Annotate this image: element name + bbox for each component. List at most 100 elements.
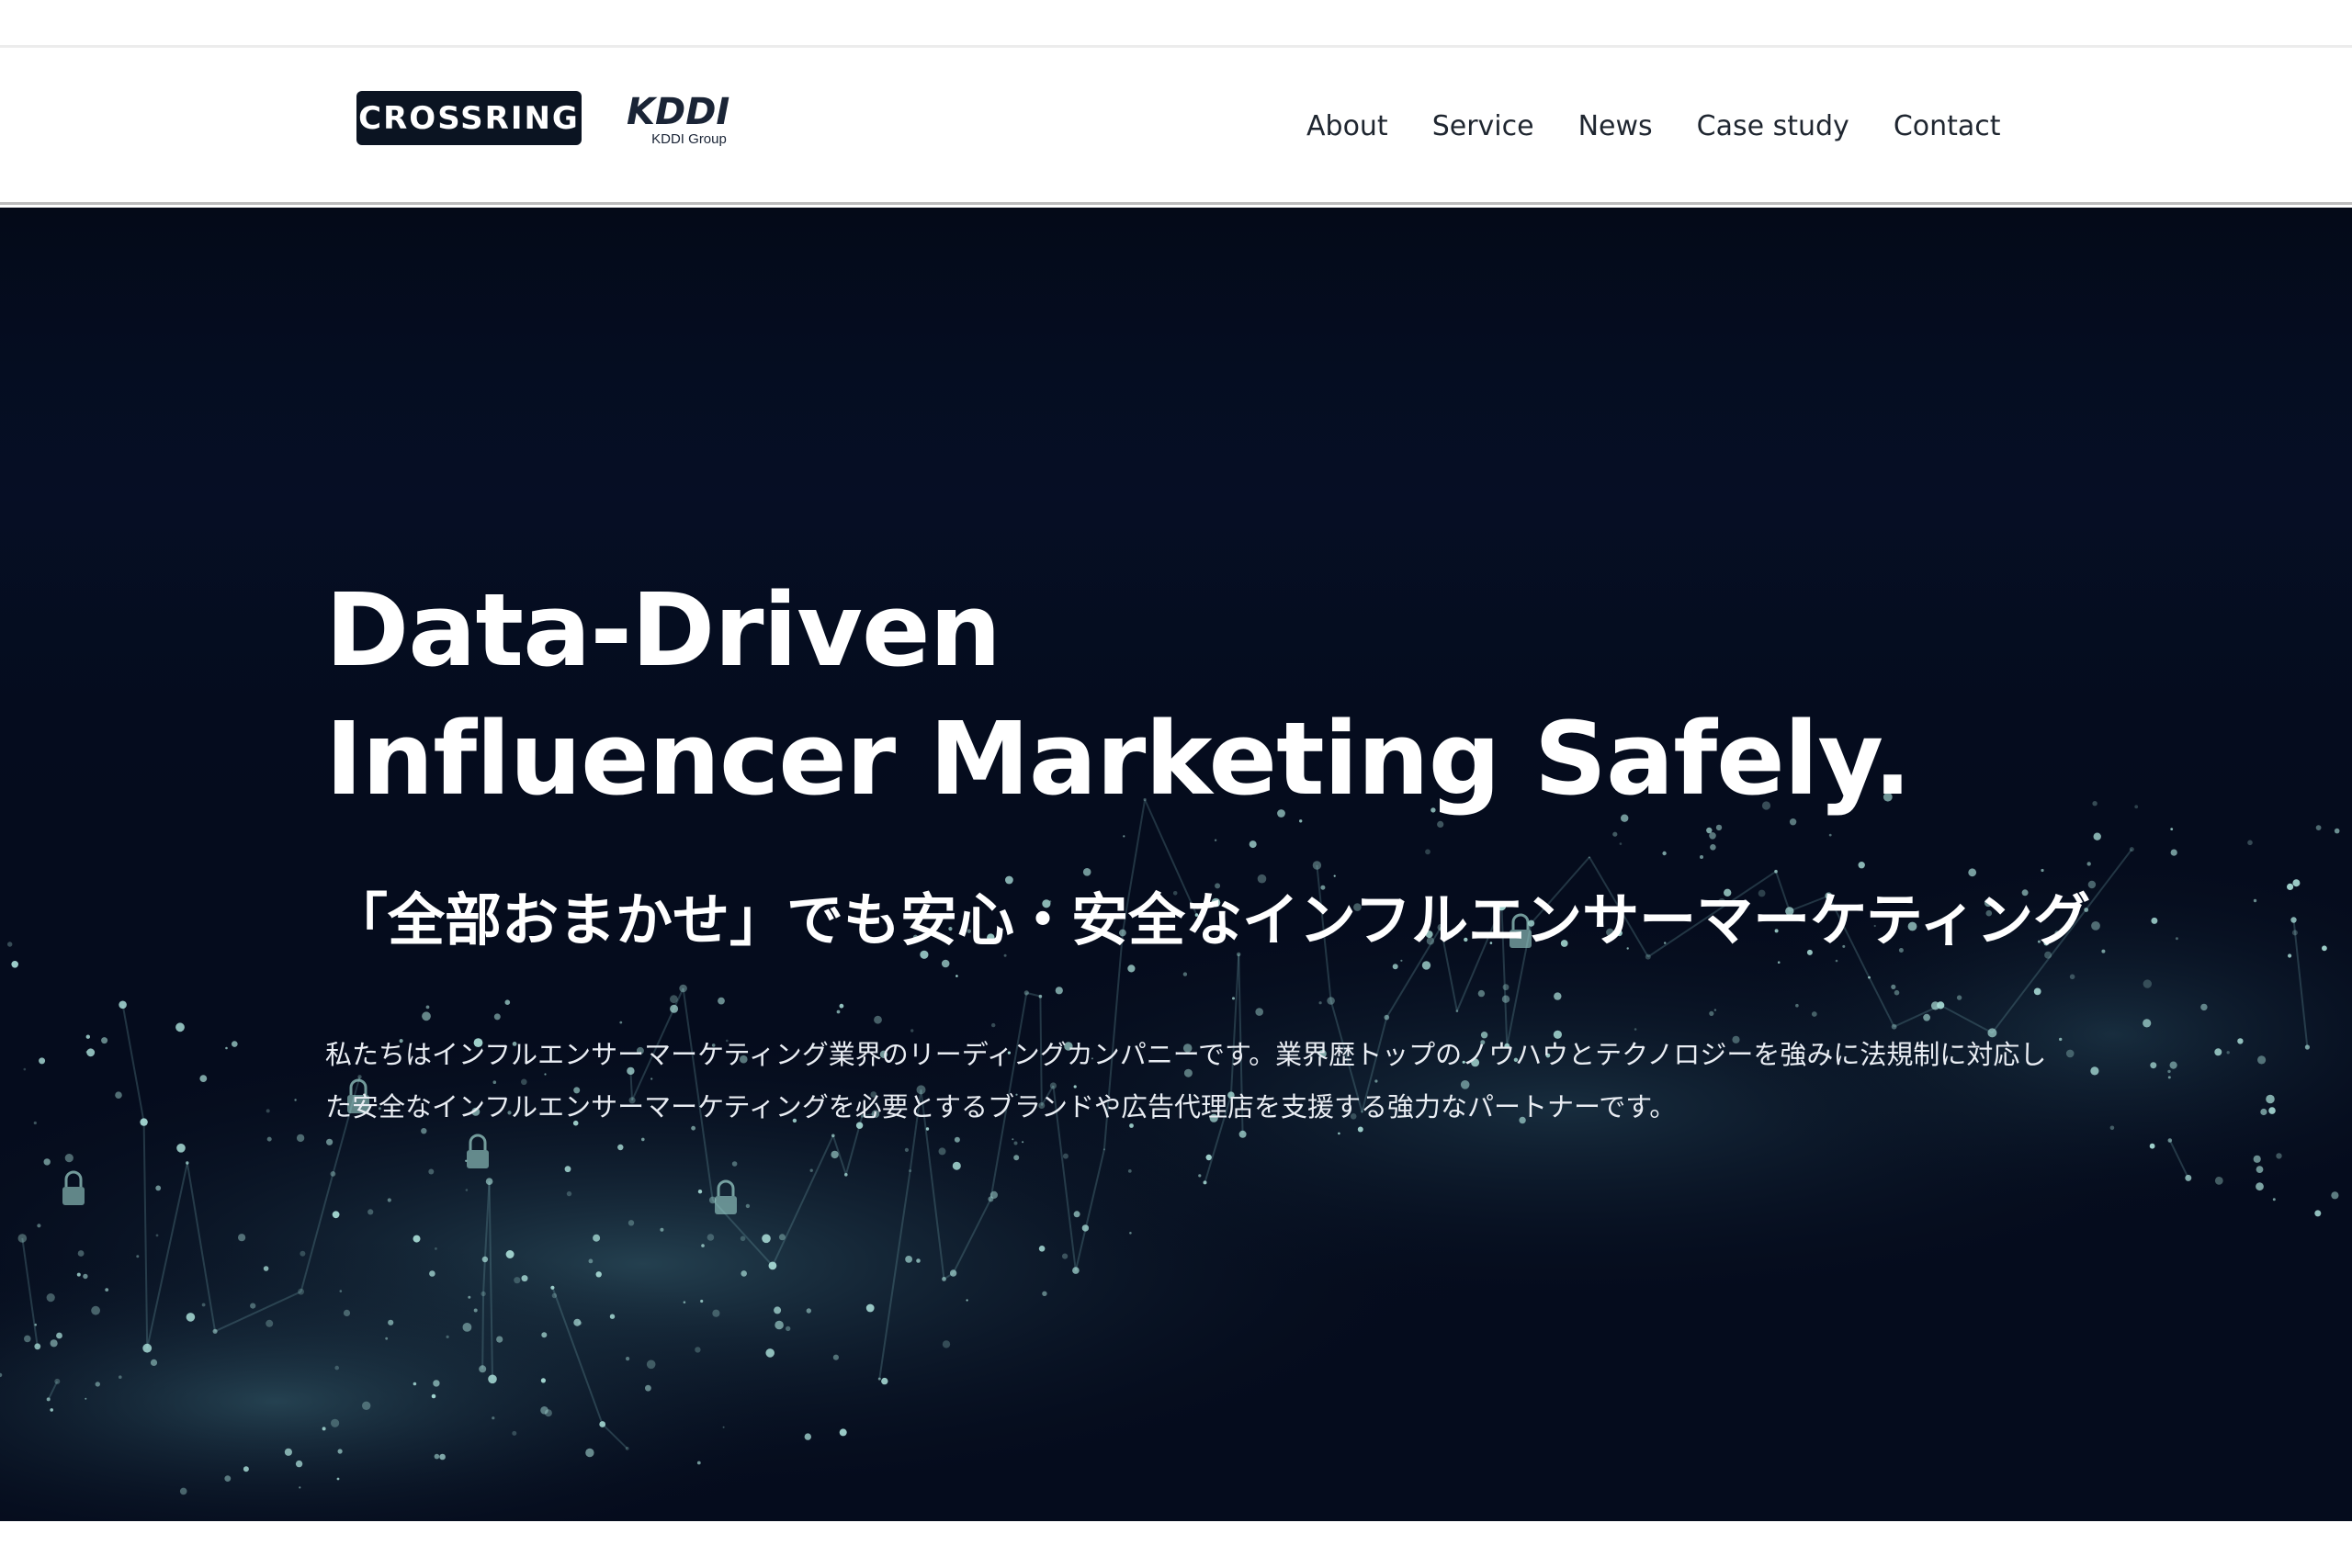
network-particle [2090,1066,2099,1076]
network-particle [337,1449,343,1454]
network-particle [77,1250,85,1257]
network-particle [696,1461,701,1465]
network-particle [832,1354,840,1360]
nav-news[interactable]: News [1578,110,1653,142]
nav-service[interactable]: Service [1432,110,1534,142]
network-particle [778,1234,786,1241]
hero-section: Data-Driven Influencer Marketing Safely.… [0,208,2352,1521]
network-particle [593,1234,601,1242]
network-particle [909,1169,912,1173]
network-particle [64,1154,74,1163]
network-particle [1777,961,1781,964]
network-particle [481,1291,486,1297]
network-particle [809,1168,813,1172]
network-particle [2253,898,2257,903]
network-particle [588,1258,594,1264]
network-particle [186,1313,196,1322]
network-particle [521,1275,528,1282]
network-particle [1774,869,1778,874]
network-particle [2290,917,2297,923]
network-particle [142,1343,153,1353]
network-particle [626,1357,630,1361]
nav-about[interactable]: About [1306,110,1388,142]
network-particle [179,1487,187,1495]
network-particle [33,1121,37,1125]
network-particle [468,1295,471,1299]
network-particle [1102,1148,1105,1151]
network-particle [76,1272,81,1277]
network-particle [952,1161,961,1170]
network-particle [2143,1019,2152,1028]
network-particle [1956,995,1962,1000]
network-particle [115,1091,122,1099]
network-particle [617,1144,624,1151]
nav-case-study[interactable]: Case study [1697,110,1849,142]
network-particle [2143,979,2152,988]
network-particle [298,1288,304,1295]
network-particle [1554,992,1562,1000]
network-particle [368,1209,374,1215]
network-particle [34,1323,37,1326]
network-particle [2304,1044,2310,1050]
network-particle [343,1309,351,1316]
kddi-wordmark: KDDI [627,91,729,130]
kddi-wordmark-icon: KDDI [627,91,729,130]
network-particle [296,1134,305,1143]
nav-contact[interactable]: Contact [1894,110,2001,142]
network-particle [718,997,725,1005]
network-particle [839,1428,847,1437]
network-particle [176,1144,186,1153]
network-particle [266,1319,274,1327]
network-particle [50,1408,53,1412]
network-particle [1421,961,1431,970]
network-particle [413,1235,421,1243]
network-particle [95,1382,101,1387]
network-particle [609,1314,616,1319]
network-particle [1013,1141,1018,1145]
network-background [0,208,2352,1521]
network-particle [1891,984,1896,989]
network-particle [660,1227,664,1232]
network-particle [2288,953,2292,958]
network-particle [1835,959,1838,963]
network-particle [140,1118,148,1126]
network-particle [2167,1076,2171,1079]
network-particle [86,1048,96,1057]
crossring-logo[interactable]: CROSSRING [356,91,582,145]
network-particle [37,1224,41,1228]
network-particle [2149,1143,2155,1149]
network-particle [541,1332,548,1338]
network-particle [1182,972,1188,976]
network-particle [434,1453,440,1460]
network-particle [119,1000,127,1010]
network-particle [745,1203,751,1209]
network-particle [2214,1048,2222,1056]
network-particle [1501,995,1510,1003]
hero-headline-line-2: Influencer Marketing Safely. [325,700,1912,818]
network-particle [1709,1010,1714,1016]
network-particle [339,1290,343,1292]
network-particle [1022,1141,1024,1144]
network-particle [904,1147,910,1152]
network-particle [938,1147,946,1156]
network-particle [425,1005,430,1010]
network-particle [54,1378,61,1384]
network-particle [2272,1198,2276,1201]
network-particle [473,1308,478,1313]
network-particle [988,1196,994,1202]
network-particle [1858,862,1865,869]
network-particle [481,1256,489,1263]
network-particle [2260,1108,2267,1116]
network-particle [865,1303,875,1313]
hero-headline: Data-Driven Influencer Marketing Safely. [325,566,1979,823]
network-particle [50,1339,58,1348]
network-particle [462,1323,472,1332]
network-particle [2169,1061,2177,1069]
network-particle [695,1347,701,1353]
crossring-logo-text: CROSSRING [358,99,580,137]
network-particle [300,1250,306,1257]
network-particle [388,1319,394,1325]
network-particle [439,1453,446,1461]
network-particle [1400,959,1403,962]
network-particle [514,1277,521,1284]
